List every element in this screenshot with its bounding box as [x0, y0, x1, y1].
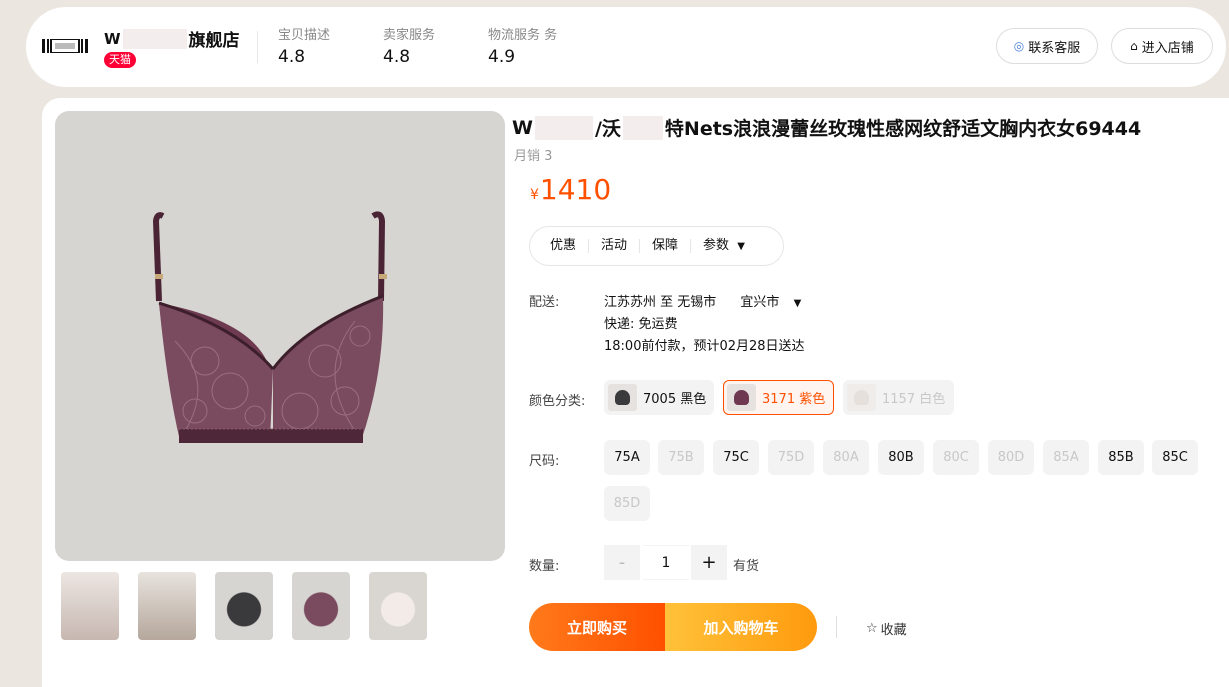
thumbnail-strip — [55, 571, 440, 641]
shipping-route-text: 江苏苏州 至 无锡市 — [604, 295, 717, 310]
divider — [257, 31, 258, 63]
tab-params-label: 参数 — [703, 237, 730, 253]
size-option[interactable]: 75B — [658, 440, 704, 475]
redacted-text — [534, 115, 593, 140]
score-value: 4.9 — [488, 47, 516, 67]
district-selector[interactable]: 宜兴市 ▼ — [740, 295, 801, 310]
score-label: 物流服务 务 — [488, 28, 558, 43]
size-option[interactable]: 75D — [768, 440, 814, 475]
store-logo-icon[interactable] — [42, 39, 88, 53]
score-service: 卖家服务 4.8 — [383, 24, 435, 67]
redacted-text — [122, 28, 187, 49]
currency-symbol: ¥ — [530, 187, 539, 203]
contact-service-button[interactable]: ◎ 联系客服 — [996, 28, 1098, 64]
store-name-suffix: 旗舰店 — [188, 31, 240, 51]
thumbnail-4[interactable] — [286, 571, 356, 641]
favorite-button[interactable]: ☆ 收藏 — [866, 619, 907, 638]
swatch-purple — [727, 384, 756, 411]
express-fee: 快递: 免运费 — [604, 317, 678, 332]
chevron-down-icon: ▼ — [793, 298, 802, 309]
size-label: 尺码: — [529, 454, 560, 469]
color-option-black[interactable]: 7005 黑色 — [604, 380, 714, 415]
size-option[interactable]: 80A — [823, 440, 869, 475]
thumbnail-3[interactable] — [209, 571, 279, 641]
delivery-eta: 18:00前付款，预计02月28日送达 — [604, 339, 805, 354]
size-option[interactable]: 75A — [604, 440, 650, 475]
bra-illustration — [152, 211, 387, 443]
tab-activity[interactable]: 活动 — [589, 239, 641, 253]
contact-service-label: 联系客服 — [1028, 40, 1081, 56]
color-label: 颜色分类: — [529, 394, 586, 409]
size-option[interactable]: 85C — [1152, 440, 1198, 475]
quantity-label: 数量: — [529, 559, 560, 574]
title-suffix: 特Nets浪浪漫蕾丝玫瑰性感网纹舒适文胸内衣女69444 — [664, 118, 1142, 140]
tmall-badge: 天猫 — [104, 52, 136, 68]
swatch-black — [608, 384, 637, 411]
thumbnail-1[interactable] — [55, 571, 125, 641]
title-prefix: W — [512, 116, 533, 139]
quantity-increase-button[interactable]: + — [691, 545, 727, 580]
buy-now-button[interactable]: 立即购买 — [529, 603, 665, 651]
price-value: 1410 — [539, 173, 612, 206]
shipping-label: 配送: — [529, 295, 560, 310]
info-tabs: 优惠 活动 保障 参数 ▼ — [529, 226, 784, 266]
favorite-label: 收藏 — [880, 623, 907, 638]
size-option[interactable]: 85D — [604, 486, 650, 521]
price: ¥ 1410 — [530, 173, 611, 206]
store-header: W 旗舰店 天猫 宝贝描述 4.8 卖家服务 4.8 物流服务 务 4.9 ◎ … — [26, 7, 1226, 87]
store-name[interactable]: W 旗舰店 — [104, 26, 240, 51]
tab-params[interactable]: 参数 ▼ — [691, 237, 757, 254]
color-option-label: 1157 白色 — [882, 392, 946, 407]
color-option-purple[interactable]: 3171 紫色 — [723, 380, 834, 415]
tab-guarantee[interactable]: 保障 — [640, 239, 692, 253]
monthly-sales: 月销 3 — [514, 149, 553, 164]
main-product-image[interactable] — [55, 111, 505, 561]
tab-discount[interactable]: 优惠 — [538, 239, 590, 253]
score-label: 卖家服务 — [383, 28, 436, 43]
chat-icon: ◎ — [1013, 39, 1025, 53]
color-option-label: 7005 黑色 — [643, 392, 707, 407]
quantity-input[interactable]: 1 — [643, 545, 689, 580]
score-description: 宝贝描述 4.8 — [278, 24, 330, 67]
star-icon: ☆ — [866, 621, 878, 636]
shipping-route: 江苏苏州 至 无锡市 宜兴市 ▼ — [604, 291, 801, 310]
divider — [836, 616, 837, 638]
thumbnail-5[interactable] — [363, 571, 433, 641]
score-label: 宝贝描述 — [278, 28, 331, 43]
size-option[interactable]: 80D — [988, 440, 1034, 475]
score-value: 4.8 — [278, 47, 306, 67]
quantity-decrease-button[interactable]: - — [604, 545, 640, 580]
enter-store-label: 进入店铺 — [1141, 40, 1194, 56]
redacted-text — [622, 115, 663, 140]
title-mid: /沃 — [594, 118, 621, 140]
swatch-white — [847, 384, 876, 411]
color-option-label: 3171 紫色 — [762, 392, 826, 407]
district-label: 宜兴市 — [740, 295, 780, 310]
size-option[interactable]: 85B — [1098, 440, 1144, 475]
enter-store-button[interactable]: ⌂ 进入店铺 — [1111, 28, 1213, 64]
chevron-down-icon: ▼ — [737, 240, 745, 252]
color-option-white[interactable]: 1157 白色 — [843, 380, 954, 415]
add-to-cart-button[interactable]: 加入购物车 — [665, 603, 817, 651]
score-value: 4.8 — [383, 47, 411, 67]
size-option[interactable]: 75C — [713, 440, 759, 475]
product-title: W /沃 特Nets浪浪漫蕾丝玫瑰性感网纹舒适文胸内衣女69444 — [512, 114, 1141, 141]
thumbnail-2[interactable] — [132, 571, 202, 641]
score-logistics: 物流服务 务 4.9 — [488, 24, 557, 67]
stock-status: 有货 — [733, 559, 760, 574]
size-option[interactable]: 85A — [1043, 440, 1089, 475]
store-icon: ⌂ — [1130, 39, 1138, 53]
size-option[interactable]: 80C — [933, 440, 979, 475]
size-option[interactable]: 80B — [878, 440, 924, 475]
store-name-prefix: W — [104, 29, 121, 48]
